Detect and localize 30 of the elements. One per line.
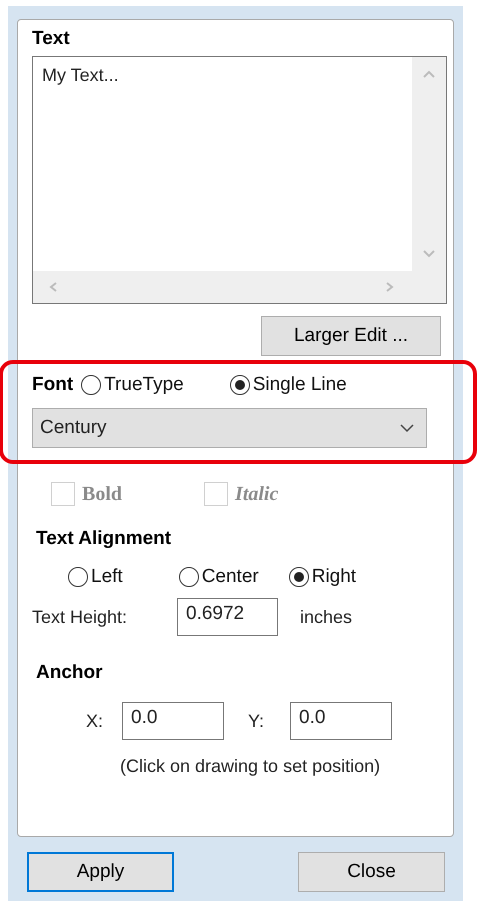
height-input[interactable]: 0.6972 [177, 598, 278, 636]
radio-option[interactable]: Left [68, 566, 123, 588]
font-dropdown[interactable]: Century [32, 408, 427, 448]
text-value: My Text... [41, 64, 120, 87]
checkbox-label: Bold [82, 482, 122, 506]
radio-option[interactable]: Right [288, 566, 356, 588]
checkbox-label: Italic [235, 482, 278, 506]
section-title: Text [32, 28, 71, 50]
y-label: Y: [248, 710, 266, 732]
chevron-down-icon [400, 424, 414, 432]
apply-button[interactable]: Apply [27, 852, 174, 892]
hint-text: (Click on drawing to set position) [120, 756, 382, 777]
radio-option[interactable]: Center [178, 566, 259, 588]
x-label: X: [86, 710, 104, 732]
unit-label: inches [300, 606, 352, 628]
radio-option[interactable]: TrueType [81, 374, 184, 396]
vertical-scrollbar[interactable] [412, 57, 446, 271]
font-label: Font [32, 374, 74, 396]
scroll-down-icon[interactable] [422, 249, 436, 259]
horizontal-scrollbar[interactable] [33, 271, 446, 303]
close-button[interactable]: Close [298, 852, 445, 892]
y-input[interactable]: 0.0 [290, 702, 392, 740]
height-label: Text Height: [32, 606, 128, 628]
section-title: Anchor [36, 662, 104, 684]
radio-option[interactable]: Single Line [230, 374, 347, 396]
scroll-up-icon[interactable] [422, 69, 436, 79]
x-input[interactable]: 0.0 [122, 702, 224, 740]
text-area[interactable]: My Text... [32, 56, 447, 304]
section-title: Text Alignment [36, 528, 172, 550]
larger-edit-button[interactable]: Larger Edit ... [261, 316, 441, 356]
